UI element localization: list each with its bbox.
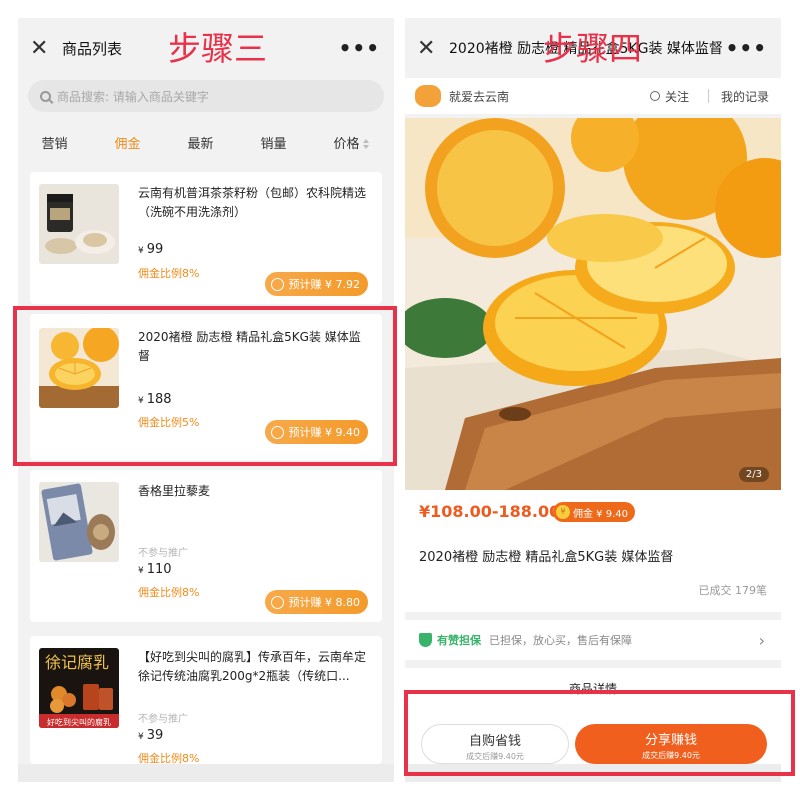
shop-name[interactable]: 就爱去云南 [449, 88, 509, 105]
price-range: ¥108.00-188.00 [419, 502, 561, 521]
highlight-box [13, 306, 397, 466]
no-promotion-label: 不参与推广 [138, 548, 188, 559]
list-item[interactable]: 香格里拉藜麦 不参与推广 ¥110 佣金比例8% 预计赚 ¥ 8.80 [30, 470, 382, 622]
product-thumbnail [39, 482, 119, 562]
product-price: ¥99 [138, 242, 164, 257]
coin-icon: ¥ [556, 505, 570, 519]
divider [708, 89, 709, 103]
product-price: ¥110 [138, 562, 172, 577]
more-icon[interactable]: ••• [726, 36, 767, 60]
product-price: ¥39 [138, 728, 164, 743]
share-icon [270, 277, 284, 291]
product-detail-screen: ✕ 2020褚橙 励志橙 精品礼盒5KG装 媒体监督 ••• 就爱去云南 关注 … [405, 18, 781, 782]
tab-price-label: 价格 [333, 136, 360, 152]
highlight-box [404, 690, 795, 776]
no-promotion-label: 不参与推广 [138, 714, 188, 725]
product-thumbnail [39, 184, 119, 264]
tab-commission[interactable]: 佣金 [114, 133, 140, 152]
sort-arrows-icon [362, 139, 371, 149]
shop-bar: 就爱去云南 关注 我的记录 [405, 78, 781, 114]
sort-tabs: 营销 佣金 最新 销量 价格 [18, 116, 394, 168]
product-info: ¥108.00-188.00 ¥ 佣金 ¥ 9.40 2020褚橙 励志橙 精品礼… [405, 490, 781, 612]
tab-newest[interactable]: 最新 [187, 133, 213, 152]
tab-marketing[interactable]: 营销 [41, 133, 67, 152]
guarantee-name: 有赞担保 [437, 634, 481, 647]
product-title: 2020褚橙 励志橙 精品礼盒5KG装 媒体监督 [419, 550, 674, 565]
svg-text:徐记腐乳: 徐记腐乳 [45, 653, 109, 672]
product-name: 香格里拉藜麦 [138, 484, 211, 498]
follow-button[interactable]: 关注 [649, 88, 689, 105]
close-icon[interactable]: ✕ [417, 36, 443, 61]
page-title: 商品列表 [62, 39, 123, 58]
step-four-label: 步骤四 [543, 29, 642, 68]
close-icon[interactable]: ✕ [30, 36, 56, 61]
guarantee-description: 已担保，放心买，售后有保障 [489, 634, 632, 647]
product-name: 【好吃到尖叫的腐乳】传承百年，云南牟定徐记传统油腐乳200g*2瓶装（传统口..… [138, 650, 367, 683]
shield-icon [419, 633, 432, 647]
chevron-right-icon: › [758, 630, 765, 650]
shop-logo-icon[interactable] [415, 85, 441, 107]
tab-sales[interactable]: 销量 [260, 133, 286, 152]
sold-count: 已成交 179笔 [698, 584, 768, 597]
share-icon [270, 595, 284, 609]
product-name: 云南有机普洱茶茶籽粉（包邮）农科院精选（洗碗不用洗涤剂） [138, 186, 367, 219]
search-input[interactable]: 商品搜索: 请输入商品关键字 [28, 80, 384, 112]
list-item[interactable]: 徐记腐乳 好吃到尖叫的腐乳 【好吃到尖叫的腐乳】传承百年，云南牟定徐记传统油腐乳… [30, 636, 382, 765]
list-item[interactable]: 云南有机普洱茶茶籽粉（包邮）农科院精选（洗碗不用洗涤剂） ¥99 佣金比例8% … [30, 172, 382, 304]
image-pager: 2/3 [738, 467, 769, 482]
commission-rate: 佣金比例8% [138, 586, 200, 599]
guarantee-row[interactable]: 有赞担保 已担保，放心买，售后有保障 › [405, 620, 781, 660]
commission-badge: ¥ 佣金 ¥ 9.40 [553, 502, 635, 522]
search-placeholder: 商品搜索: 请输入商品关键字 [57, 89, 209, 104]
product-thumbnail: 徐记腐乳 好吃到尖叫的腐乳 [39, 648, 119, 728]
search-icon [649, 91, 660, 101]
svg-text:好吃到尖叫的腐乳: 好吃到尖叫的腐乳 [47, 717, 111, 727]
my-records-link[interactable]: 我的记录 [721, 88, 769, 105]
search-icon [40, 90, 51, 102]
system-nav-bar [18, 764, 394, 782]
tab-price[interactable]: 价格 [333, 133, 370, 152]
estimated-earn-button[interactable]: 预计赚 ¥ 8.80 [264, 590, 368, 614]
more-icon[interactable]: ••• [339, 36, 380, 60]
estimated-earn-button[interactable]: 预计赚 ¥ 7.92 [264, 272, 368, 296]
commission-rate: 佣金比例8% [138, 267, 200, 280]
product-image[interactable]: 2/3 [405, 118, 781, 490]
step-three-label: 步骤三 [168, 29, 267, 68]
